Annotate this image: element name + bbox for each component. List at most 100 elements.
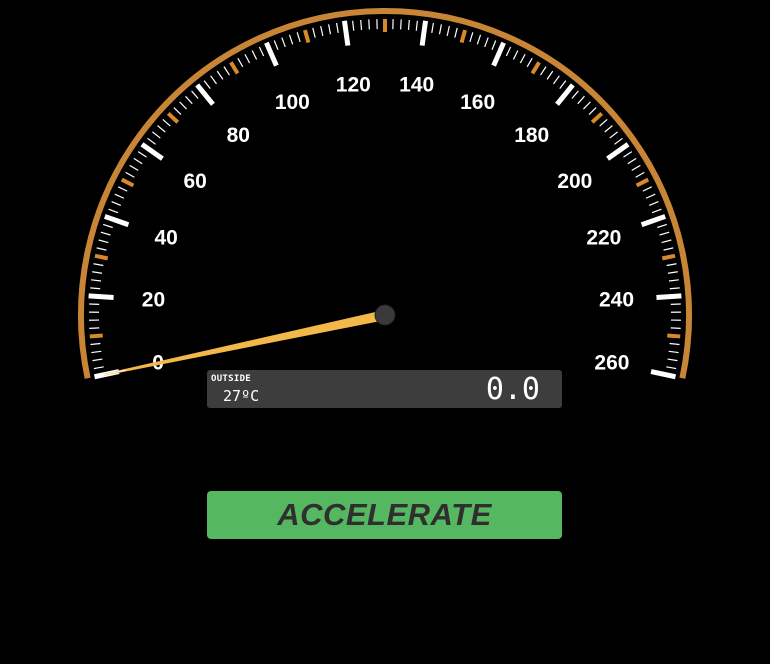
- minor-tick: [129, 164, 139, 171]
- minor-tick: [623, 151, 633, 158]
- mid-tick: [120, 177, 135, 188]
- minor-tick: [668, 279, 679, 282]
- minor-tick: [191, 90, 199, 99]
- minor-tick: [631, 164, 641, 171]
- minor-tick: [438, 24, 442, 35]
- minor-tick: [668, 350, 679, 354]
- minor-tick: [352, 20, 355, 31]
- minor-tick: [90, 287, 101, 290]
- minor-tick: [223, 66, 230, 76]
- minor-tick: [152, 131, 161, 139]
- minor-tick: [627, 157, 637, 165]
- minor-tick: [185, 95, 193, 105]
- minor-tick: [90, 342, 101, 346]
- minor-tick: [93, 263, 104, 267]
- minor-tick: [312, 27, 316, 38]
- speed-label: 200: [557, 170, 592, 193]
- speed-label: 260: [594, 352, 629, 375]
- minor-tick: [360, 19, 363, 31]
- minor-tick: [137, 151, 147, 158]
- minor-tick: [642, 186, 653, 192]
- minor-tick: [484, 37, 489, 48]
- minor-tick: [559, 80, 567, 89]
- minor-tick: [203, 80, 211, 89]
- minor-tick: [133, 157, 143, 165]
- minor-tick: [216, 70, 224, 80]
- major-tick: [656, 293, 682, 300]
- speed-label: 60: [183, 170, 206, 193]
- minor-tick: [114, 193, 125, 199]
- minor-tick: [604, 125, 613, 133]
- major-tick: [650, 369, 677, 380]
- mid-tick: [89, 333, 103, 339]
- minor-tick: [273, 40, 279, 50]
- minor-tick: [583, 101, 591, 110]
- needle-body: [104, 310, 387, 376]
- minor-tick: [320, 25, 324, 36]
- minor-tick: [446, 25, 450, 36]
- minor-tick: [157, 125, 166, 133]
- minor-tick: [117, 186, 128, 192]
- accelerate-button[interactable]: ACCELERATE: [207, 491, 562, 539]
- major-tick: [195, 83, 215, 106]
- minor-tick: [251, 50, 258, 60]
- minor-tick: [100, 231, 111, 236]
- speedometer-app: 020406080100120140160180200220240260 OUT…: [0, 0, 770, 664]
- major-tick: [640, 214, 666, 228]
- minor-tick: [588, 107, 597, 115]
- minor-tick: [667, 358, 678, 362]
- minor-tick: [663, 247, 674, 251]
- minor-tick: [552, 75, 560, 85]
- major-tick: [104, 214, 130, 228]
- minor-tick: [512, 50, 519, 60]
- speed-label: 120: [336, 74, 371, 97]
- info-panel: OUTSIDE 27ºC 0.0: [207, 370, 562, 408]
- minor-tick: [666, 263, 677, 267]
- minor-tick: [335, 22, 339, 33]
- speed-label: 180: [514, 124, 549, 147]
- outside-label: OUTSIDE: [211, 374, 252, 384]
- minor-tick: [96, 247, 107, 251]
- speed-label: 20: [142, 289, 165, 312]
- minor-tick: [244, 53, 251, 64]
- speed-label: 240: [599, 289, 634, 312]
- minor-tick: [281, 37, 286, 48]
- minor-tick: [454, 27, 458, 38]
- minor-tick: [92, 358, 103, 362]
- minor-tick: [91, 279, 102, 282]
- temperature-value: 27: [223, 387, 242, 405]
- minor-tick: [491, 40, 497, 50]
- minor-tick: [108, 208, 119, 214]
- accelerate-label: ACCELERATE: [277, 497, 492, 532]
- minor-tick: [667, 271, 678, 274]
- minor-tick: [415, 20, 418, 31]
- mid-tick: [667, 333, 681, 339]
- temperature-unit: ºC: [241, 387, 260, 405]
- minor-tick: [599, 118, 608, 127]
- speed-labels-group: 020406080100120140160180200220240260: [142, 74, 634, 375]
- speed-label: 140: [399, 74, 434, 97]
- minor-tick: [173, 107, 182, 115]
- minor-tick: [469, 32, 474, 43]
- minor-tick: [147, 137, 156, 145]
- minor-tick: [91, 350, 102, 354]
- mid-tick: [635, 177, 650, 188]
- minor-tick: [103, 223, 113, 229]
- minor-tick: [577, 95, 585, 105]
- minor-tick: [125, 171, 135, 178]
- minor-tick: [407, 19, 410, 31]
- speed-readout: 0.0: [485, 372, 540, 407]
- speed-label: 160: [460, 91, 495, 114]
- hub-icon: [374, 304, 396, 326]
- minor-tick: [614, 137, 623, 145]
- mid-tick: [661, 253, 676, 261]
- minor-tick: [237, 57, 244, 68]
- minor-tick: [661, 239, 672, 244]
- minor-tick: [210, 75, 218, 85]
- major-tick: [555, 83, 575, 106]
- major-tick: [264, 41, 279, 67]
- minor-tick: [162, 118, 171, 127]
- minor-tick: [288, 34, 294, 45]
- minor-tick: [400, 19, 402, 30]
- mid-tick: [459, 29, 467, 44]
